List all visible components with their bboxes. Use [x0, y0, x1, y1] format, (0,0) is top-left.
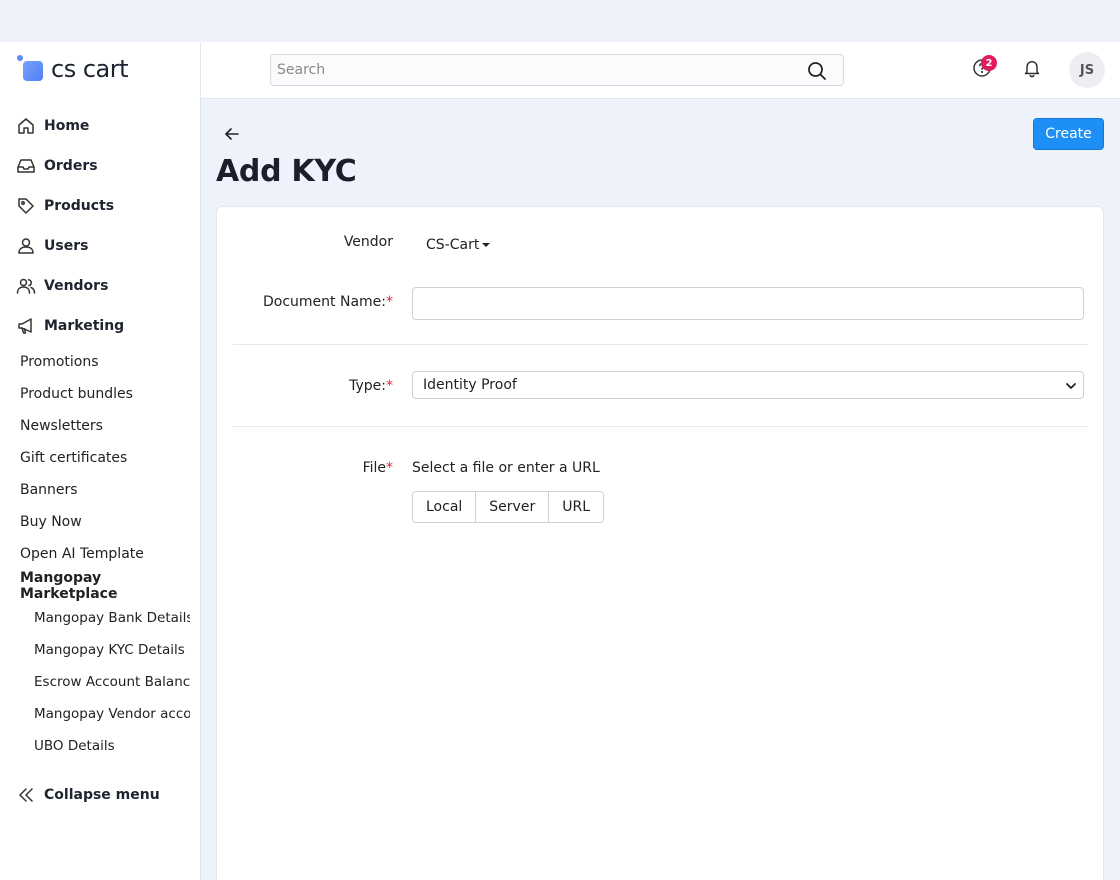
sidebar-item-label: Marketing — [44, 318, 125, 334]
chevron-down-icon — [1066, 383, 1076, 389]
sidebar-item-label: Vendors — [44, 278, 109, 294]
submenu-item-product-bundles[interactable]: Product bundles — [0, 378, 200, 410]
sidebar-item-home[interactable]: Home — [0, 106, 200, 146]
help-badge: 2 — [981, 55, 997, 71]
logo-mark-icon — [17, 55, 45, 83]
inbox-icon — [17, 159, 35, 173]
file-source-server-button[interactable]: Server — [475, 492, 549, 522]
avatar[interactable]: JS — [1069, 52, 1105, 88]
caret-down-icon — [482, 243, 491, 247]
file-source-url-button[interactable]: URL — [548, 492, 603, 522]
divider — [233, 426, 1088, 427]
file-hint: Select a file or enter a URL — [412, 460, 600, 476]
submenu-item-escrow-account-balance[interactable]: Escrow Account Balance — [0, 666, 190, 698]
submenu-item-gift-certificates[interactable]: Gift certificates — [0, 442, 200, 474]
sidebar-item-products[interactable]: Products — [0, 186, 200, 226]
required-mark: * — [386, 378, 393, 394]
file-source-local-button[interactable]: Local — [413, 492, 476, 522]
search-box — [270, 54, 844, 86]
top-header: 2 JS — [201, 42, 1120, 99]
bell-icon[interactable] — [1022, 58, 1042, 78]
submenu-item-open-ai-template[interactable]: Open AI Template — [0, 538, 200, 570]
collapse-menu-button[interactable]: Collapse menu — [18, 787, 160, 803]
document-name-label: Document Name:* — [263, 294, 393, 310]
sidebar-item-users[interactable]: Users — [0, 226, 200, 266]
top-strip — [0, 0, 1120, 42]
submenu-item-buy-now[interactable]: Buy Now — [0, 506, 200, 538]
vendor-label: Vendor — [343, 234, 393, 250]
double-chevron-left-icon — [19, 788, 33, 802]
user-icon — [18, 238, 34, 254]
type-select[interactable]: Identity Proof — [412, 371, 1084, 399]
sidebar-item-vendors[interactable]: Vendors — [0, 266, 200, 306]
type-label: Type:* — [349, 378, 393, 394]
create-button[interactable]: Create — [1033, 118, 1104, 150]
submenu-item-newsletters[interactable]: Newsletters — [0, 410, 200, 442]
submenu-item-mangopay-kyc-details[interactable]: Mangopay KYC Details — [0, 634, 190, 666]
document-name-input[interactable] — [412, 287, 1084, 320]
tag-icon — [18, 198, 34, 214]
divider — [233, 344, 1088, 345]
submenu-item-banners[interactable]: Banners — [0, 474, 200, 506]
submenu-item-mangopay-bank-details[interactable]: Mangopay Bank Details — [0, 602, 190, 634]
submenu-item-promotions[interactable]: Promotions — [0, 346, 200, 378]
vendor-value: CS-Cart — [426, 237, 480, 253]
submenu-item-mangopay-marketplace[interactable]: Mangopay Marketplace — [0, 570, 200, 602]
submenu-item-ubo-details[interactable]: UBO Details — [0, 730, 190, 762]
page-title: Add KYC — [216, 154, 357, 189]
main-nav: Home Orders Products Users Vendors Marke… — [0, 106, 200, 346]
sidebar-item-orders[interactable]: Orders — [0, 146, 200, 186]
sidebar-item-label: Users — [44, 238, 89, 254]
submenu-item-mangopay-vendor-accounts[interactable]: Mangopay Vendor acco… — [0, 698, 190, 730]
logo-text: cs cart — [51, 55, 129, 83]
required-mark: * — [386, 460, 393, 476]
logo[interactable]: cs cart — [17, 54, 129, 84]
sidebar: cs cart Home Orders Products Users Vendo… — [0, 42, 201, 880]
search-input[interactable] — [271, 55, 791, 85]
sidebar-item-label: Home — [44, 118, 90, 134]
users-icon — [16, 278, 36, 294]
search-icon[interactable] — [807, 61, 827, 81]
type-select-value: Identity Proof — [423, 377, 517, 393]
file-label: File* — [362, 460, 393, 476]
back-arrow-icon[interactable] — [222, 124, 242, 144]
kyc-form-card: Vendor CS-Cart Document Name:* Type:* Id… — [216, 206, 1104, 880]
marketing-submenu: Promotions Product bundles Newsletters G… — [0, 346, 200, 762]
file-source-group: Local Server URL — [412, 491, 604, 523]
required-mark: * — [386, 294, 393, 310]
home-icon — [18, 118, 34, 134]
megaphone-icon — [18, 318, 32, 334]
sidebar-item-marketing[interactable]: Marketing — [0, 306, 200, 346]
sidebar-item-label: Orders — [44, 158, 98, 174]
collapse-menu-label: Collapse menu — [44, 787, 160, 803]
vendor-dropdown[interactable]: CS-Cart — [426, 237, 491, 253]
sidebar-item-label: Products — [44, 198, 115, 214]
